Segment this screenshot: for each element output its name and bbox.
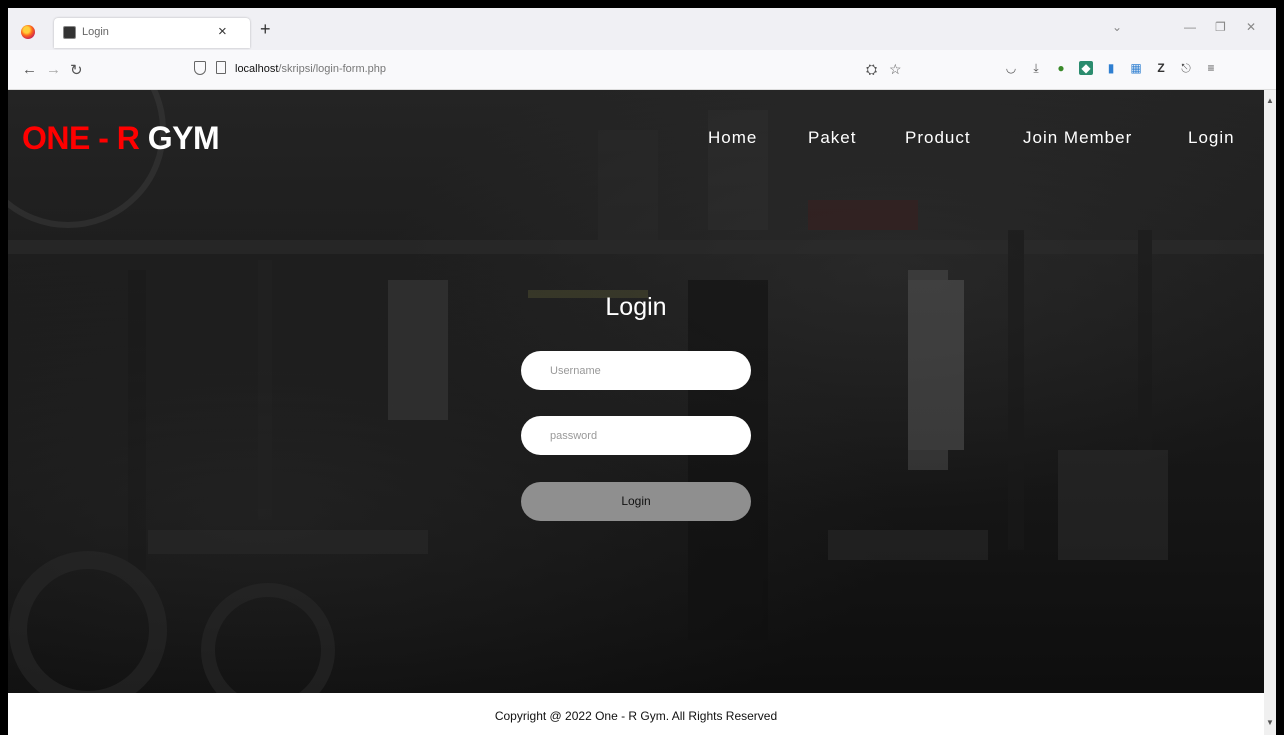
brand-red-text: ONE - R [22, 120, 140, 156]
new-tab-icon[interactable]: + [260, 19, 271, 40]
nav-product[interactable]: Product [905, 128, 971, 148]
browser-window: Login × + ⌄ — ❐ ✕ ← → ↻ localhost/skrips… [8, 8, 1276, 735]
hero-section: ONE - R GYM Home Paket Product Join Memb… [8, 90, 1264, 693]
site-logo[interactable]: ONE - R GYM [22, 120, 220, 157]
menu-icon[interactable]: ≡ [1204, 61, 1218, 75]
tab-list-chevron-down-icon[interactable]: ⌄ [1112, 20, 1122, 34]
nav-paket[interactable]: Paket [808, 128, 856, 148]
translate-extension-icon[interactable]: ▦ [1129, 61, 1143, 75]
nav-login[interactable]: Login [1188, 128, 1235, 148]
tab-close-icon[interactable]: × [218, 23, 227, 40]
share-icon[interactable]: ⎋ [1179, 61, 1193, 75]
restore-icon[interactable]: ❐ [1215, 20, 1226, 34]
url-text[interactable]: localhost/skripsi/login-form.php [235, 63, 386, 75]
url-bar[interactable]: localhost/skripsi/login-form.php ⛭ ☆ [190, 55, 920, 85]
username-input[interactable] [521, 351, 751, 390]
brand-white-text: GYM [147, 120, 220, 156]
vertical-scrollbar[interactable]: ▲ ▼ [1264, 90, 1276, 735]
bookmark-star-icon[interactable]: ☆ [889, 61, 902, 78]
navigation-toolbar: ← → ↻ localhost/skripsi/login-form.php ⛭… [8, 50, 1276, 90]
pocket-icon[interactable]: ◡ [1004, 61, 1018, 75]
tracking-shield-icon[interactable] [194, 61, 206, 75]
extension-blue-icon[interactable]: ▮ [1104, 61, 1118, 75]
close-window-icon[interactable]: ✕ [1246, 20, 1256, 34]
tab-title: Login [82, 26, 109, 38]
tab-favicon-icon [63, 26, 76, 39]
copyright-text: Copyright @ 2022 One - R Gym. All Rights… [494, 709, 778, 723]
translate-icon[interactable]: ⛭ [866, 61, 877, 78]
login-title: Login [605, 293, 667, 321]
page-footer: Copyright @ 2022 One - R Gym. All Rights… [8, 693, 1264, 735]
firefox-icon[interactable] [21, 25, 35, 39]
password-input[interactable] [521, 416, 751, 455]
nav-join-member[interactable]: Join Member [1023, 128, 1132, 148]
page-info-icon[interactable] [216, 61, 226, 74]
reload-icon[interactable]: ↻ [70, 61, 83, 79]
gym-background-image [8, 90, 1264, 693]
url-path: /skripsi/login-form.php [278, 63, 387, 75]
browser-tab[interactable]: Login × [54, 18, 250, 48]
nav-home[interactable]: Home [708, 128, 757, 148]
extension-icon[interactable]: ● [1054, 61, 1068, 75]
scroll-down-icon[interactable]: ▼ [1266, 718, 1274, 727]
scroll-up-icon[interactable]: ▲ [1266, 96, 1274, 105]
forward-icon[interactable]: → [46, 61, 61, 78]
url-host: localhost [235, 63, 279, 75]
zotero-icon[interactable]: Z [1154, 61, 1168, 75]
page-viewport: ONE - R GYM Home Paket Product Join Memb… [8, 90, 1264, 735]
extension-green-icon[interactable]: ◆ [1079, 61, 1093, 75]
tab-strip: Login × + ⌄ — ❐ ✕ [8, 8, 1276, 50]
login-button[interactable]: Login [521, 482, 751, 521]
download-icon[interactable]: ⤓ [1029, 61, 1043, 75]
minimize-icon[interactable]: — [1184, 20, 1196, 34]
back-icon[interactable]: ← [22, 61, 37, 78]
